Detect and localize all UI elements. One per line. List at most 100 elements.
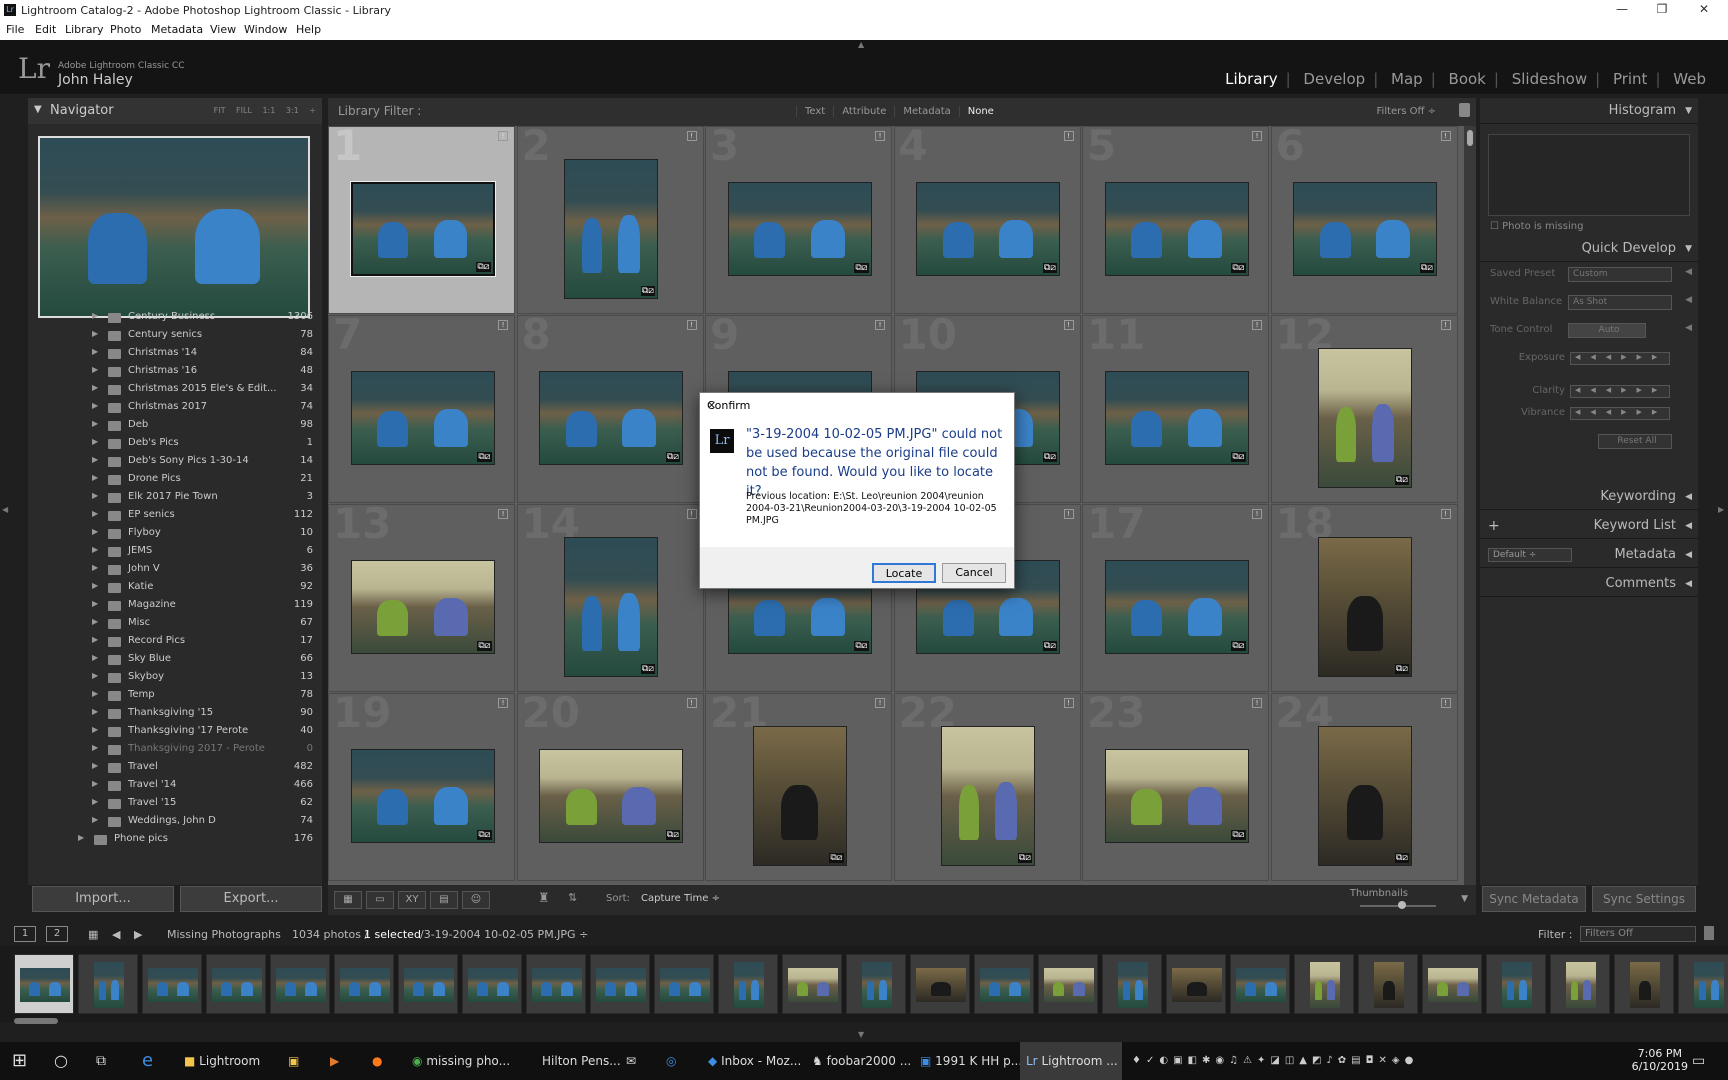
cell-badge-icon[interactable]: ! <box>1440 131 1451 141</box>
cell-badge-icon[interactable]: ! <box>1252 698 1262 708</box>
auto-tone-button[interactable]: Auto <box>1568 323 1646 338</box>
locate-button[interactable]: Locate <box>872 563 936 583</box>
missing-file-icon[interactable]: ⧉⧄ <box>1231 263 1246 273</box>
folder-row[interactable]: ▶ Deb's Sony Pics 1-30-14 14 <box>28 453 322 471</box>
screen-1-button[interactable]: 1 <box>14 926 36 942</box>
photo-thumbnail[interactable]: ⧉⧄ <box>349 181 496 277</box>
filmstrip-thumbnail[interactable] <box>1550 954 1610 1014</box>
photo-thumbnail[interactable]: ⧉⧄ <box>1293 182 1437 276</box>
photo-thumbnail[interactable]: ⧉⧄ <box>1318 726 1412 866</box>
grid-cell[interactable]: 12! ⧉⧄ <box>1270 315 1458 503</box>
filmstrip-thumbnail[interactable] <box>206 954 266 1014</box>
cell-badge-icon[interactable]: ! <box>1252 509 1262 519</box>
export-button[interactable]: Export... <box>180 886 322 912</box>
photo-thumbnail[interactable]: ⧉⧄ <box>1318 348 1412 488</box>
edge-browser-icon[interactable]: e <box>142 1042 153 1080</box>
cell-badge-icon[interactable]: ! <box>686 509 697 519</box>
expand-triangle-icon[interactable]: ▶ <box>92 635 98 644</box>
taskbar-photo[interactable]: ▣ 1991 K HH p... <box>916 1042 1028 1080</box>
photo-thumbnail[interactable]: ⧉⧄ <box>350 560 495 654</box>
photo-thumbnail[interactable]: ⧉⧄ <box>350 371 495 465</box>
photo-thumbnail[interactable]: ⧉⧄ <box>1104 182 1249 276</box>
filmstrip-thumbnail[interactable] <box>1038 954 1098 1014</box>
expand-triangle-icon[interactable]: ▶ <box>92 725 98 734</box>
missing-file-icon[interactable]: ⧉⧄ <box>477 641 492 651</box>
grid-cell[interactable]: 11! ⧉⧄ <box>1082 315 1269 503</box>
grid-cell[interactable]: 17! ⧉⧄ <box>1082 504 1269 692</box>
source-name[interactable]: Missing Photographs <box>167 928 281 941</box>
grid-icon[interactable]: ▦ <box>88 928 98 941</box>
expand-triangle-icon[interactable]: ▶ <box>92 797 98 806</box>
task-view-icon[interactable]: ⧉ <box>96 1042 106 1080</box>
grid-cell[interactable]: 18! ⧉⧄ <box>1270 504 1458 692</box>
cancel-button[interactable]: Cancel <box>942 563 1006 583</box>
histogram-header[interactable]: Histogram ▼ <box>1480 98 1698 124</box>
expand-triangle-icon[interactable]: ▶ <box>92 311 98 320</box>
collapse-triangle-icon[interactable]: ▼ <box>34 104 42 115</box>
folder-row[interactable]: ▶ Thanksgiving 2017 - Perote 0 <box>28 741 322 759</box>
sync-icon[interactable]: ◎ <box>666 1042 676 1080</box>
folder-row[interactable]: ▶ Elk 2017 Pie Town 3 <box>28 489 322 507</box>
cell-badge-icon[interactable]: ! <box>1063 320 1074 330</box>
folder-row[interactable]: ▶ Deb 98 <box>28 417 322 435</box>
folder-row[interactable]: ▶ Katie 92 <box>28 579 322 597</box>
missing-file-icon[interactable]: ⧉⧄ <box>1042 263 1057 273</box>
mail-icon[interactable]: ✉ <box>626 1042 636 1080</box>
sort-direction-icon[interactable]: ⇅ <box>568 891 577 904</box>
saved-preset-dropdown[interactable]: Custom <box>1568 267 1672 282</box>
expand-triangle-icon[interactable]: ▶ <box>92 329 98 338</box>
screen-2-button[interactable]: 2 <box>46 926 68 942</box>
photo-thumbnail[interactable]: ⧉⧄ <box>941 726 1035 866</box>
photo-thumbnail[interactable]: ⧉⧄ <box>1318 537 1412 677</box>
clarity-buttons[interactable]: ◀◀◀▶▶▶ <box>1570 385 1670 398</box>
folder-row[interactable]: ▶ Flyboy 10 <box>28 525 322 543</box>
photo-thumbnail[interactable]: ⧉⧄ <box>1104 371 1249 465</box>
navigator-preview[interactable] <box>38 136 310 318</box>
close-icon[interactable]: ✕ <box>1692 2 1716 16</box>
missing-file-icon[interactable]: ⧉⧄ <box>640 286 655 296</box>
menu-photo[interactable]: Photo <box>110 23 141 36</box>
filmstrip-thumbnail[interactable] <box>1294 954 1354 1014</box>
missing-file-icon[interactable]: ⧉⧄ <box>854 263 869 273</box>
grid-cell[interactable]: 19! ⧉⧄ <box>328 693 515 881</box>
expand-triangle-icon[interactable]: ▶ <box>92 689 98 698</box>
filmstrip-thumbnail[interactable] <box>398 954 458 1014</box>
taskbar-foobar[interactable]: ♞ foobar2000 ... <box>808 1042 920 1080</box>
folder-row[interactable]: ▶ Phone pics 176 <box>28 831 322 849</box>
folder-row[interactable]: ▶ Thanksgiving '17 Perote 40 <box>28 723 322 741</box>
vibrance-buttons[interactable]: ◀◀◀▶▶▶ <box>1570 407 1670 420</box>
cell-badge-icon[interactable]: ! <box>498 320 508 330</box>
painter-icon[interactable]: ♜ <box>538 891 550 906</box>
folder-row[interactable]: ▶ Drone Pics 21 <box>28 471 322 489</box>
store-icon[interactable]: ▣ <box>288 1042 299 1080</box>
module-web[interactable]: Web <box>1665 70 1714 88</box>
filter-attribute[interactable]: Attribute <box>833 106 895 117</box>
filmstrip-filter-dropdown[interactable]: Filters Off <box>1580 926 1696 942</box>
module-book[interactable]: Book <box>1441 70 1494 88</box>
filmstrip-thumbnail[interactable] <box>974 954 1034 1014</box>
expand-triangle-icon[interactable]: ▶ <box>92 671 98 680</box>
missing-file-icon[interactable]: ⧉⧄ <box>1419 263 1434 273</box>
filmstrip-thumbnail[interactable] <box>142 954 202 1014</box>
cell-badge-icon[interactable]: ! <box>875 320 885 330</box>
grid-cell[interactable]: 2! ⧉⧄ <box>516 126 704 314</box>
folder-row[interactable]: ▶ Travel 482 <box>28 759 322 777</box>
cell-badge-icon[interactable]: ! <box>498 131 508 141</box>
missing-file-icon[interactable]: ⧉⧄ <box>1394 475 1409 485</box>
selected-filename[interactable]: /3-19-2004 10-02-05 PM.JPG ÷ <box>420 928 588 941</box>
expand-triangle-icon[interactable]: ▶ <box>92 401 98 410</box>
cell-badge-icon[interactable]: ! <box>1063 698 1074 708</box>
grid-cell[interactable]: 21! ⧉⧄ <box>705 693 892 881</box>
grid-cell[interactable]: 8! ⧉⧄ <box>516 315 704 503</box>
grid-cell[interactable]: 22! ⧉⧄ <box>893 693 1081 881</box>
expand-triangle-icon[interactable]: ▶ <box>92 653 98 662</box>
compare-view-icon[interactable]: XY <box>398 891 426 909</box>
cell-badge-icon[interactable]: ! <box>498 698 508 708</box>
expand-triangle-icon[interactable]: ▶ <box>92 419 98 428</box>
folder-row[interactable]: ▶ Travel '15 62 <box>28 795 322 813</box>
minimize-icon[interactable]: — <box>1610 2 1634 16</box>
expand-triangle-icon[interactable]: ◀ <box>1685 542 1692 568</box>
close-icon[interactable]: ✕ <box>707 399 1008 412</box>
filmstrip-thumbnail[interactable] <box>462 954 522 1014</box>
cell-badge-icon[interactable]: ! <box>686 698 697 708</box>
